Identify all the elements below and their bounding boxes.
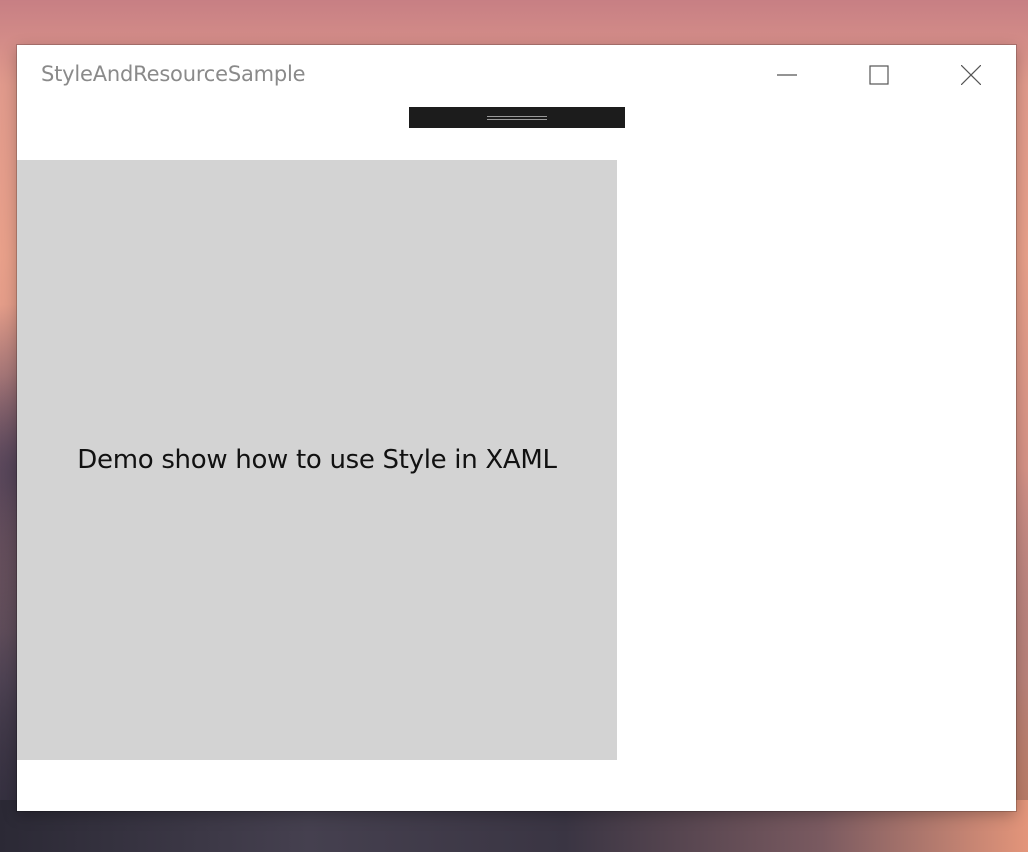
minimize-icon — [777, 74, 797, 76]
window-title: StyleAndResourceSample — [41, 62, 306, 86]
grip-line — [487, 119, 547, 120]
title-bar[interactable]: StyleAndResourceSample — [17, 45, 1016, 105]
maximize-button[interactable] — [833, 45, 925, 105]
close-icon — [961, 65, 981, 85]
demo-panel: Demo show how to use Style in XAML — [17, 160, 617, 760]
app-window: StyleAndResourceSample Demo show how to … — [17, 45, 1016, 811]
demo-text: Demo show how to use Style in XAML — [77, 445, 557, 475]
close-button[interactable] — [925, 45, 1017, 105]
maximize-icon — [869, 65, 889, 85]
grip-line — [487, 116, 547, 117]
minimize-button[interactable] — [741, 45, 833, 105]
drag-handle[interactable] — [409, 107, 625, 128]
